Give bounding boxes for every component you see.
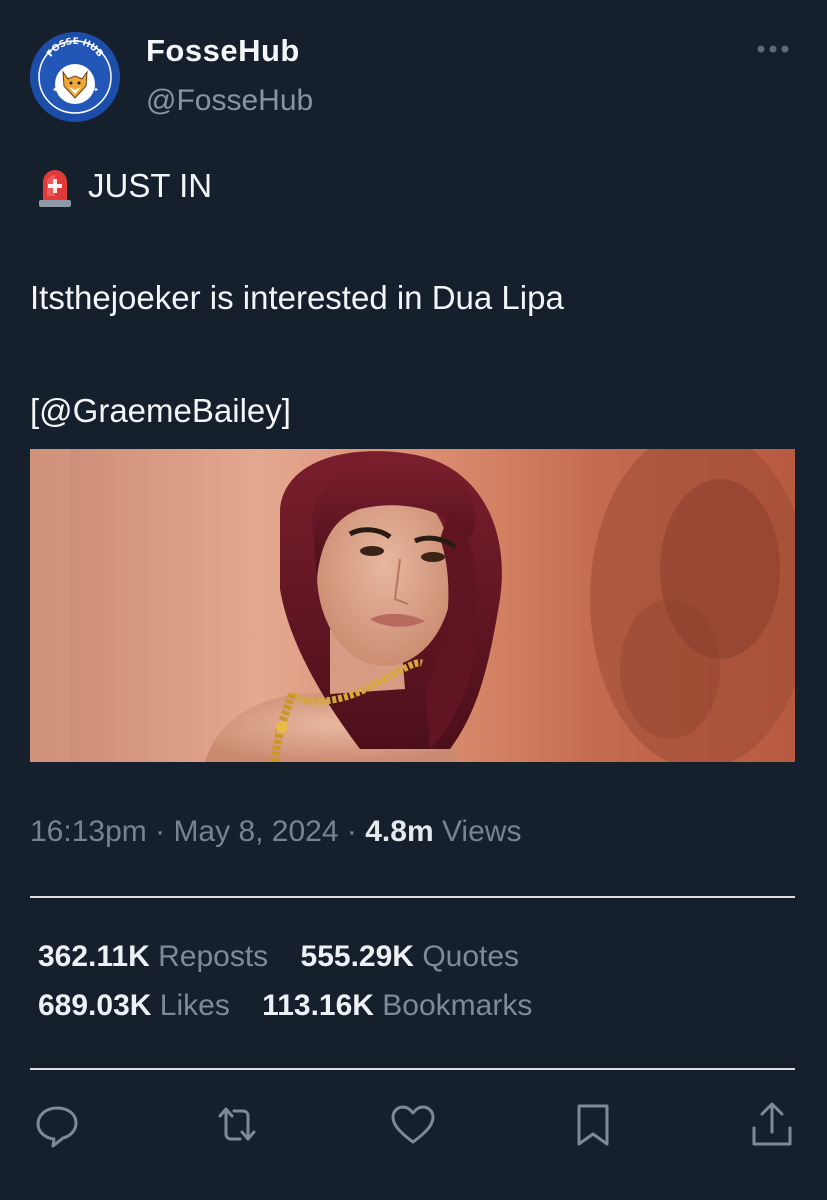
bookmarks-stat[interactable]: 113.16K Bookmarks bbox=[262, 989, 532, 1023]
svg-text:✦: ✦ bbox=[52, 86, 58, 94]
more-horizontal-icon[interactable] bbox=[752, 36, 794, 62]
bookmarks-label: Bookmarks bbox=[382, 989, 533, 1022]
quotes-stat[interactable]: 555.29K Quotes bbox=[301, 940, 520, 974]
action-bar bbox=[0, 1100, 827, 1150]
meta-separator: · bbox=[155, 815, 166, 848]
views-label: Views bbox=[441, 815, 522, 848]
quotes-count: 555.29K bbox=[300, 940, 414, 973]
tweet-metadata: 16:13pm · May 8, 2024 · 4.8m Views bbox=[30, 815, 521, 849]
divider bbox=[30, 1068, 795, 1070]
tweet-date: May 8, 2024 bbox=[173, 815, 339, 848]
tweet-text-source[interactable]: [@GraemeBailey] bbox=[30, 392, 291, 430]
reposts-stat[interactable]: 362.11K Reposts bbox=[38, 940, 268, 974]
reposts-count: 362.11K bbox=[38, 940, 150, 973]
fossehub-logo: FOSSE HUB ✦ ✦ bbox=[30, 32, 120, 122]
likes-stat[interactable]: 689.03K Likes bbox=[38, 989, 230, 1023]
share-icon[interactable] bbox=[747, 1100, 797, 1150]
siren-icon bbox=[36, 166, 74, 208]
tweet-time: 16:13pm bbox=[30, 815, 147, 848]
views-count: 4.8m bbox=[365, 815, 434, 848]
meta-separator: · bbox=[346, 815, 357, 848]
tweet-text-headline: JUST IN bbox=[88, 167, 213, 204]
user-handle[interactable]: @FosseHub bbox=[146, 84, 313, 118]
avatar[interactable]: FOSSE HUB ✦ ✦ bbox=[30, 32, 120, 122]
like-icon[interactable] bbox=[388, 1100, 438, 1150]
divider bbox=[30, 896, 795, 898]
reposts-label: Reposts bbox=[158, 940, 269, 973]
tweet-text-body: Itsthejoeker is interested in Dua Lipa bbox=[30, 279, 564, 316]
stats-row-1: 362.11K Reposts 555.29K Quotes bbox=[38, 940, 543, 974]
stats-row-2: 689.03K Likes 113.16K Bookmarks bbox=[38, 989, 556, 1023]
repost-icon[interactable] bbox=[212, 1100, 262, 1150]
display-name[interactable]: FosseHub bbox=[146, 33, 300, 69]
bookmark-icon[interactable] bbox=[568, 1100, 618, 1150]
tweet-media-image[interactable] bbox=[30, 449, 795, 762]
bookmarks-count: 113.16K bbox=[262, 989, 374, 1022]
likes-label: Likes bbox=[159, 989, 230, 1022]
reply-icon[interactable] bbox=[32, 1100, 82, 1150]
likes-count: 689.03K bbox=[38, 989, 152, 1022]
quotes-label: Quotes bbox=[422, 940, 520, 973]
photo-woman-red-hair bbox=[30, 449, 795, 762]
svg-text:✦: ✦ bbox=[93, 86, 99, 94]
